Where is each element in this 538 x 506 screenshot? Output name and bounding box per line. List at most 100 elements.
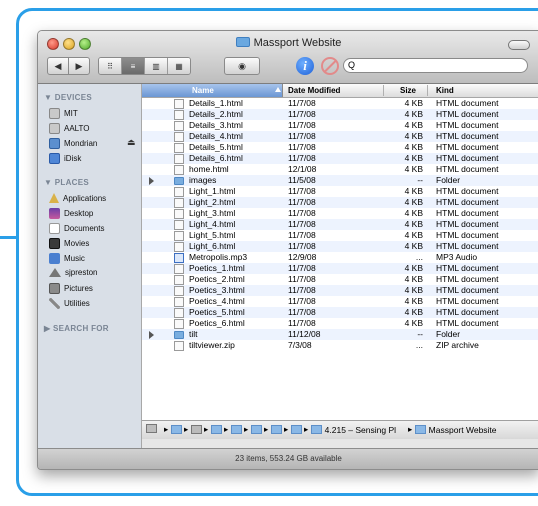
table-row[interactable]: Details_3.html 11/7/08 4 KB HTML document xyxy=(142,120,538,131)
file-size: 4 KB xyxy=(404,164,423,174)
file-size: 4 KB xyxy=(404,230,423,240)
sidebar-item-pictures[interactable]: Pictures xyxy=(49,283,93,294)
file-kind: HTML document xyxy=(436,131,499,141)
table-row[interactable]: tilt 11/12/08 -- Folder xyxy=(142,329,538,340)
table-row[interactable]: Poetics_2.html 11/7/08 4 KB HTML document xyxy=(142,274,538,285)
file-name: tiltviewer.zip xyxy=(189,340,235,350)
info-icon[interactable]: i xyxy=(296,57,314,75)
file-date: 11/7/08 xyxy=(288,318,316,328)
sidebar-item-mit[interactable]: MIT xyxy=(49,108,78,119)
file-size: ... xyxy=(415,252,423,262)
file-name: home.html xyxy=(189,164,229,174)
disclosure-triangle-icon[interactable] xyxy=(149,331,154,339)
file-kind: HTML document xyxy=(436,186,499,196)
back-button[interactable]: ◀ xyxy=(47,57,69,75)
table-row[interactable]: Light_3.html 11/7/08 4 KB HTML document xyxy=(142,208,538,219)
path-segment-sensing[interactable]: ▸ 4.215 – Sensing Pl xyxy=(304,424,396,435)
file-kind: HTML document xyxy=(436,230,499,240)
window-title: Massport Website xyxy=(38,37,538,49)
file-list: Name Date Modified Size Kind Details_1.h… xyxy=(142,84,538,420)
path-segment[interactable]: ▸ xyxy=(264,424,285,435)
table-row[interactable]: home.html 12/1/08 4 KB HTML document xyxy=(142,164,538,175)
status-bar: 23 items, 553.24 GB available xyxy=(38,448,538,469)
table-row[interactable]: Details_2.html 11/7/08 4 KB HTML document xyxy=(142,109,538,120)
document-icon xyxy=(174,341,184,351)
table-row[interactable]: Poetics_1.html 11/7/08 4 KB HTML document xyxy=(142,263,538,274)
search-input[interactable]: Q xyxy=(343,58,528,73)
path-segment[interactable]: ▸ xyxy=(284,424,305,435)
path-segment[interactable]: ▸ xyxy=(224,424,245,435)
column-view-button[interactable]: ▥ xyxy=(145,58,168,74)
table-row[interactable]: Details_6.html 11/7/08 4 KB HTML document xyxy=(142,153,538,164)
table-row[interactable]: Details_5.html 11/7/08 4 KB HTML document xyxy=(142,142,538,153)
audio-file-icon xyxy=(174,253,184,263)
folder-icon xyxy=(174,177,184,185)
sidebar-item-sjpreston[interactable]: sjpreston xyxy=(49,268,97,277)
document-icon xyxy=(174,308,184,318)
file-kind: HTML document xyxy=(436,109,499,119)
file-kind: HTML document xyxy=(436,197,499,207)
sidebar-item-desktop[interactable]: Desktop xyxy=(49,208,93,219)
path-root[interactable] xyxy=(146,424,160,433)
path-home[interactable]: ▸ xyxy=(184,424,205,435)
sidebar-item-applications[interactable]: Applications xyxy=(49,193,106,203)
table-row[interactable]: Poetics_5.html 11/7/08 4 KB HTML document xyxy=(142,307,538,318)
icon-view-button[interactable]: ⠿ xyxy=(99,58,122,74)
file-name: tilt xyxy=(189,329,198,339)
file-size: 4 KB xyxy=(404,109,423,119)
list-view-button[interactable]: ≡ xyxy=(122,58,145,74)
table-row[interactable]: Light_1.html 11/7/08 4 KB HTML document xyxy=(142,186,538,197)
path-segment[interactable]: ▸ xyxy=(244,424,265,435)
pictures-icon xyxy=(49,283,60,294)
file-date: 11/7/08 xyxy=(288,274,316,284)
file-name: Details_2.html xyxy=(189,109,243,119)
column-header-kind[interactable]: Kind xyxy=(436,84,454,97)
list-header: Name Date Modified Size Kind xyxy=(142,84,538,98)
forward-button[interactable]: ▶ xyxy=(68,57,90,75)
path-segment[interactable]: ▸ xyxy=(204,424,225,435)
eye-icon: ◉ xyxy=(238,60,246,71)
sidebar-item-aalto[interactable]: AALTO xyxy=(49,123,90,134)
prohibited-icon[interactable] xyxy=(321,57,339,75)
toolbar-toggle-button[interactable] xyxy=(508,40,530,50)
table-row[interactable]: Poetics_3.html 11/7/08 4 KB HTML document xyxy=(142,285,538,296)
file-size: 4 KB xyxy=(404,274,423,284)
window-title-text: Massport Website xyxy=(253,37,342,49)
document-icon xyxy=(174,198,184,208)
coverflow-view-button[interactable]: ▦ xyxy=(168,58,190,74)
file-date: 11/7/08 xyxy=(288,241,316,251)
column-header-size[interactable]: Size xyxy=(400,84,416,97)
table-row[interactable]: Details_4.html 11/7/08 4 KB HTML document xyxy=(142,131,538,142)
path-segment-current[interactable]: ▸ Massport Website xyxy=(408,424,497,435)
file-name: Light_1.html xyxy=(189,186,236,196)
table-row[interactable]: Light_2.html 11/7/08 4 KB HTML document xyxy=(142,197,538,208)
disclosure-triangle-icon[interactable] xyxy=(149,177,154,185)
file-kind: HTML document xyxy=(436,274,499,284)
table-row[interactable]: Metropolis.mp3 12/9/08... MP3 Audio xyxy=(142,252,538,263)
table-row[interactable]: images 11/5/08 -- Folder xyxy=(142,175,538,186)
disk-icon xyxy=(49,108,60,119)
sidebar-item-movies[interactable]: Movies xyxy=(49,238,89,249)
eject-icon[interactable]: ⏏ xyxy=(127,137,136,148)
table-row[interactable]: Light_5.html 11/7/08 4 KB HTML document xyxy=(142,230,538,241)
path-bar: ▸ ▸ ▸ ▸ ▸ ▸ ▸ ▸ 4.215 – Sensing Pl ▸ Mas… xyxy=(142,420,538,439)
sidebar-item-music[interactable]: Music xyxy=(49,253,85,264)
table-row[interactable]: tiltviewer.zip 7/3/08... ZIP archive xyxy=(142,340,538,351)
file-date: 11/7/08 xyxy=(288,109,316,119)
table-row[interactable]: Poetics_6.html 11/7/08 4 KB HTML document xyxy=(142,318,538,329)
table-row[interactable]: Light_6.html 11/7/08 4 KB HTML document xyxy=(142,241,538,252)
column-header-date[interactable]: Date Modified xyxy=(288,84,340,97)
sidebar-item-mondrian[interactable]: Mondrian xyxy=(49,138,97,149)
folder-icon xyxy=(290,425,302,434)
table-row[interactable]: Details_1.html 11/7/08 4 KB HTML document xyxy=(142,98,538,109)
sidebar-item-idisk[interactable]: iDisk xyxy=(49,153,81,164)
file-kind: HTML document xyxy=(436,164,499,174)
column-header-name[interactable]: Name xyxy=(142,84,283,97)
table-row[interactable]: Light_4.html 11/7/08 4 KB HTML document xyxy=(142,219,538,230)
table-row[interactable]: Poetics_4.html 11/7/08 4 KB HTML document xyxy=(142,296,538,307)
file-kind: HTML document xyxy=(436,219,499,229)
sidebar-item-documents[interactable]: Documents xyxy=(49,223,104,234)
path-segment[interactable]: ▸ xyxy=(164,424,185,435)
sidebar-item-utilities[interactable]: Utilities xyxy=(49,298,90,309)
quick-look-button[interactable]: ◉ xyxy=(224,57,260,75)
